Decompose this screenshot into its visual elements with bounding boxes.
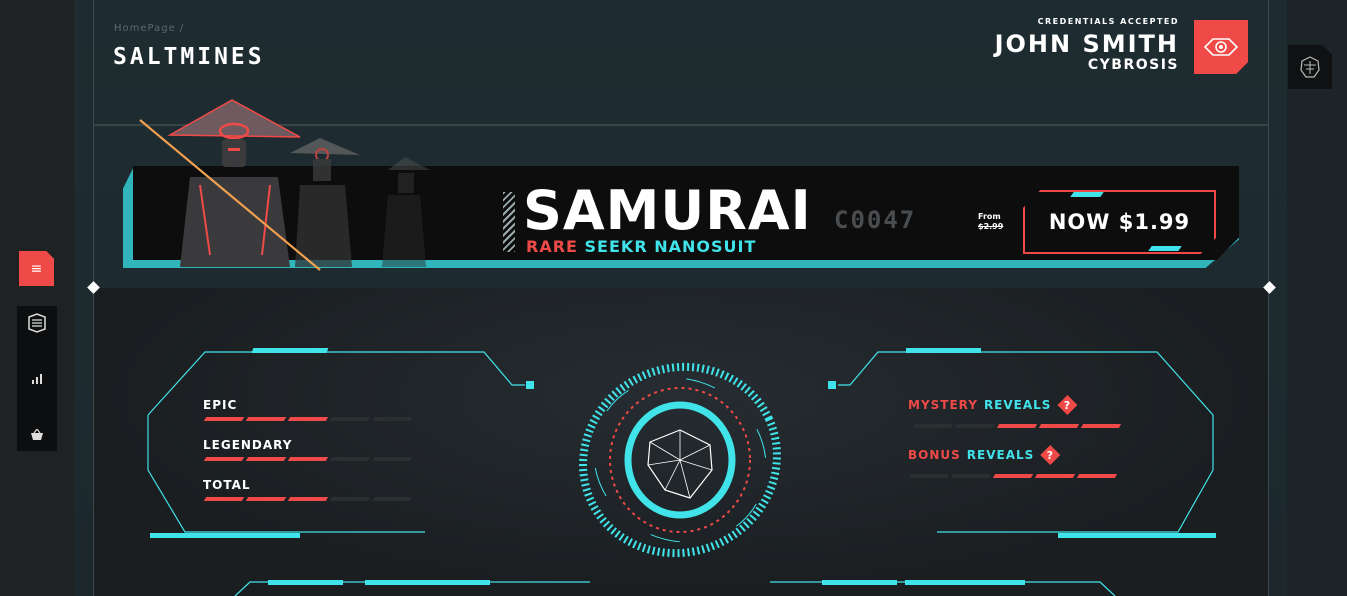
mystery-reveals[interactable]: MYSTERY REVEALS ? bbox=[908, 395, 1078, 415]
bonus-reveals-bar bbox=[908, 474, 1118, 478]
mystery-reveals-word2: REVEALS bbox=[983, 398, 1052, 412]
bonus-reveals-word2: REVEALS bbox=[966, 448, 1035, 462]
mystery-reveals-word1: MYSTERY bbox=[908, 398, 978, 412]
stat-legendary-label: LEGENDARY bbox=[203, 438, 293, 452]
hud-frames bbox=[147, 348, 1216, 596]
stat-total-label: TOTAL bbox=[203, 478, 251, 492]
bonus-reveals-word1: BONUS bbox=[908, 448, 961, 462]
bonus-reveals[interactable]: BONUS REVEALS ? bbox=[908, 445, 1061, 465]
help-icon[interactable]: ? bbox=[1057, 395, 1078, 415]
help-icon[interactable]: ? bbox=[1040, 445, 1061, 465]
stat-legendary-bar bbox=[203, 457, 413, 461]
stat-epic-bar bbox=[203, 417, 413, 421]
stat-total-bar bbox=[203, 497, 413, 501]
mystery-reveals-bar bbox=[912, 424, 1122, 428]
stat-epic-label: EPIC bbox=[203, 398, 238, 412]
